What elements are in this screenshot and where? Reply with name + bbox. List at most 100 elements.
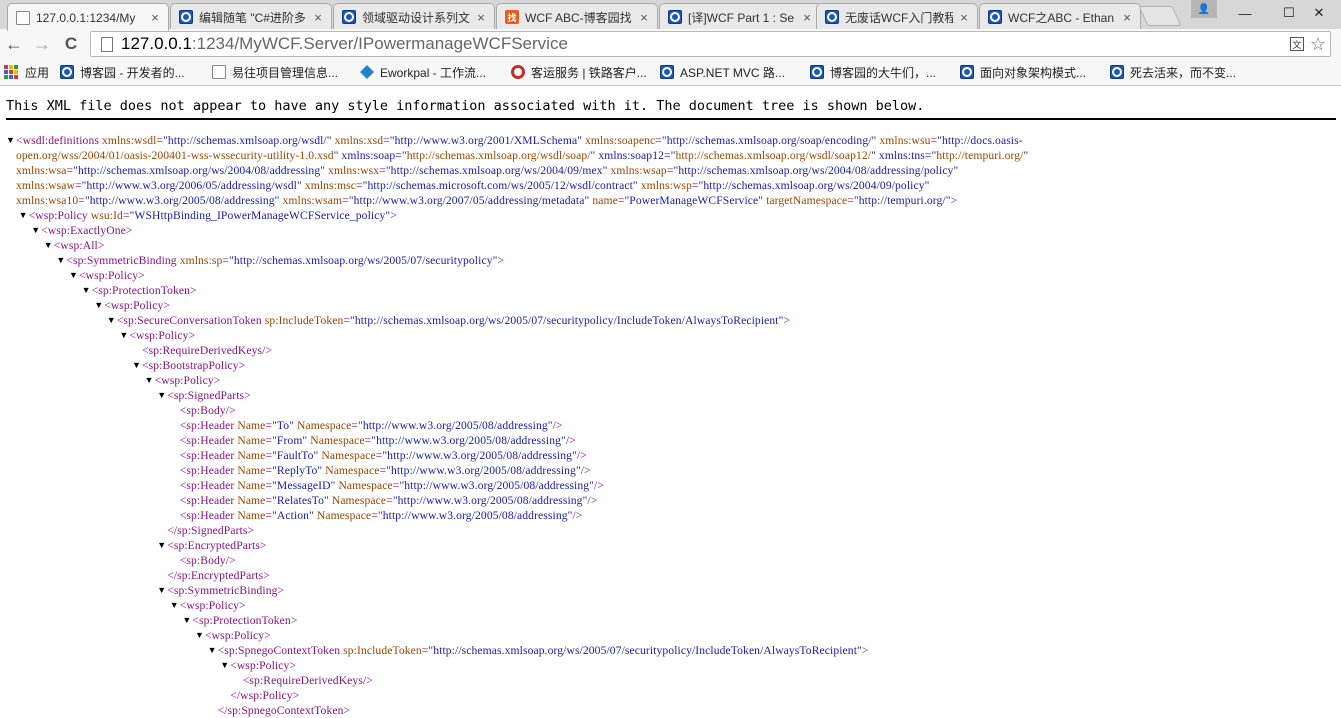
bookmark-label: 博客园 - 开发者的... xyxy=(80,65,185,80)
tab-close-icon[interactable]: × xyxy=(311,10,325,25)
bookmark-apps[interactable]: 应用 xyxy=(4,62,49,82)
tab-close-icon[interactable]: × xyxy=(148,10,162,25)
tab[interactable]: WCF之ABC - Ethan × xyxy=(979,3,1141,30)
xml-line-text: </sp:SpnegoContextToken> xyxy=(217,704,351,717)
url-text[interactable]: 127.0.0.1:1234/MyWCF.Server/IPowermanage… xyxy=(121,34,568,54)
xml-line: </wsp:Policy> xyxy=(6,688,1336,703)
bookmark-label: 应用 xyxy=(25,65,50,80)
collapse-triangle-icon[interactable]: ▼ xyxy=(56,253,66,268)
tab[interactable]: [译]WCF Part 1 : Se × xyxy=(659,3,821,30)
cnblogs-icon xyxy=(825,10,839,24)
bookmark-star-icon[interactable]: ☆ xyxy=(1310,35,1326,53)
xml-line: ▼ <sp:SecureConversationToken sp:IncludeT… xyxy=(6,313,1336,328)
collapse-triangle-icon[interactable]: ▼ xyxy=(119,328,129,343)
bookmark-label: ASP.NET MVC 路... xyxy=(680,65,785,80)
bookmark-item[interactable]: Eworkpal - 工作流... xyxy=(360,62,486,82)
xml-line-text: xmlns:wsa10="http://www.w3.org/2005/08/a… xyxy=(16,194,958,207)
xml-line: ▼ <wsp:ExactlyOne> xyxy=(6,223,1336,238)
xml-line-text: <sp:SymmetricBinding xmlns:sp="http://sc… xyxy=(66,254,505,267)
xml-line-text: <sp:Body/> xyxy=(179,554,236,567)
xml-line: ▼ <wsp:Policy> xyxy=(6,268,1336,283)
bookmark-item[interactable]: 面向对象架构模式... xyxy=(960,62,1086,82)
tab[interactable]: 领域驱动设计系列文 × xyxy=(333,3,495,30)
cnblogs-icon xyxy=(1110,65,1124,79)
xml-line: xmlns:wsa10="http://www.w3.org/2005/08/a… xyxy=(6,193,1336,208)
collapse-triangle-icon[interactable]: ▼ xyxy=(94,298,104,313)
close-window-button[interactable]: ✕ xyxy=(1297,0,1341,26)
xml-line-text: <wsp:Policy> xyxy=(79,269,145,282)
xml-line-text: xmlns:wsa="http://schemas.xmlsoap.org/ws… xyxy=(16,164,959,177)
xml-line-text: <sp:Header Name="From" Namespace="http:/… xyxy=(179,434,576,447)
collapse-triangle-icon[interactable]: ▼ xyxy=(44,238,54,253)
collapse-triangle-icon[interactable]: ▼ xyxy=(157,583,167,598)
tab-active[interactable]: 127.0.0.1:1234/My × xyxy=(7,3,169,31)
bookmark-item[interactable]: 易往项目管理信息... xyxy=(212,62,338,82)
bookmark-item[interactable]: 客运服务 | 铁路客户... xyxy=(511,62,647,82)
cnblogs-icon xyxy=(668,10,682,24)
tab-title: 领域驱动设计系列文 xyxy=(362,10,470,25)
xml-line: <sp:Header Name="RelatesTo" Namespace="h… xyxy=(6,493,1336,508)
back-arrow-icon[interactable]: ← xyxy=(2,32,26,56)
collapse-triangle-icon[interactable]: ▼ xyxy=(157,538,167,553)
collapse-triangle-icon[interactable]: ▼ xyxy=(69,268,79,283)
collapse-triangle-icon[interactable]: ▼ xyxy=(82,283,92,298)
cnblogs-icon xyxy=(988,10,1002,24)
cnblogs-icon xyxy=(342,10,356,24)
bookmark-item[interactable]: 死去活来，而不变... xyxy=(1110,62,1236,82)
xml-line-text: <sp:ProtectionToken> xyxy=(91,284,197,297)
xml-line: <sp:Header Name="To" Namespace="http://w… xyxy=(6,418,1336,433)
reload-icon[interactable]: C xyxy=(59,32,83,56)
xml-line-text: <sp:SpnegoContextToken sp:IncludeToken="… xyxy=(217,644,869,657)
xml-line-text: <sp:Header Name="To" Namespace="http://w… xyxy=(179,419,563,432)
new-tab-button[interactable] xyxy=(1138,6,1182,26)
address-bar[interactable]: 127.0.0.1:1234/MyWCF.Server/IPowermanage… xyxy=(90,31,1331,57)
xml-tree: ▼ <wsdl:definitions xmlns:wsdl="http://sc… xyxy=(6,133,1336,718)
collapse-triangle-icon[interactable]: ▼ xyxy=(6,133,16,148)
collapse-triangle-icon[interactable]: ▼ xyxy=(170,598,180,613)
xml-line: ▼ <sp:SymmetricBinding> xyxy=(6,583,1336,598)
xml-line: </sp:SignedParts> xyxy=(6,523,1336,538)
collapse-triangle-icon[interactable]: ▼ xyxy=(31,223,41,238)
tab-close-icon[interactable]: × xyxy=(800,10,814,25)
collapse-triangle-icon[interactable]: ▼ xyxy=(182,613,192,628)
toolbar: ← → C 127.0.0.1:1234/MyWCF.Server/IPower… xyxy=(0,29,1341,58)
translate-icon[interactable]: 文 xyxy=(1289,37,1304,51)
eworkpal-icon xyxy=(360,65,374,79)
tab-close-icon[interactable]: × xyxy=(1120,10,1134,25)
minimize-button[interactable]: — xyxy=(1223,0,1267,26)
collapse-triangle-icon[interactable]: ▼ xyxy=(107,313,117,328)
url-host: 127.0.0.1 xyxy=(121,34,192,53)
collapse-triangle-icon[interactable]: ▼ xyxy=(208,643,218,658)
collapse-triangle-icon[interactable]: ▼ xyxy=(220,658,230,673)
profile-icon[interactable]: 👤 xyxy=(1191,0,1217,18)
collapse-triangle-icon[interactable]: ▼ xyxy=(195,628,205,643)
tab[interactable]: 找 WCF ABC-博客园找 × xyxy=(496,3,658,30)
tab-close-icon[interactable]: × xyxy=(474,10,488,25)
apps-icon xyxy=(4,65,18,79)
xml-line: ▼ <sp:EncryptedParts> xyxy=(6,538,1336,553)
tab-strip: 127.0.0.1:1234/My × 编辑随笔 "C#进阶多 × 领域驱动设计… xyxy=(0,0,1341,31)
xml-line-text: <sp:RequireDerivedKeys/> xyxy=(142,344,273,357)
tab[interactable]: 编辑随笔 "C#进阶多 × xyxy=(170,3,332,30)
bookmark-item[interactable]: 博客园的大牛们，... xyxy=(810,62,936,82)
cnblogs-icon xyxy=(179,10,193,24)
xml-line-text: </wsp:Policy> xyxy=(230,689,300,702)
tab[interactable]: 无废话WCF入门教程 × xyxy=(816,3,978,30)
collapse-triangle-icon[interactable]: ▼ xyxy=(19,208,29,223)
xml-line-text: <wsp:Policy> xyxy=(154,374,221,387)
xml-line: open.org/wss/2004/01/oasis-200401-wss-ws… xyxy=(6,148,1336,163)
collapse-triangle-icon[interactable]: ▼ xyxy=(132,358,142,373)
collapse-triangle-icon[interactable]: ▼ xyxy=(145,373,155,388)
cnblogs-icon xyxy=(960,65,974,79)
xml-line-text: <wsp:Policy> xyxy=(129,329,196,342)
bookmark-item[interactable]: 博客园 - 开发者的... xyxy=(60,62,185,82)
collapse-triangle-icon[interactable]: ▼ xyxy=(157,388,167,403)
bookmark-item[interactable]: ASP.NET MVC 路... xyxy=(660,62,785,82)
tab-close-icon[interactable]: × xyxy=(957,10,971,25)
xml-line-text: <wsp:ExactlyOne> xyxy=(41,224,133,237)
bookmark-label: Eworkpal - 工作流... xyxy=(380,65,487,80)
xml-line-text: <sp:Header Name="Action" Namespace="http… xyxy=(179,509,583,522)
xml-line-text: <wsp:All> xyxy=(53,239,105,252)
tab-close-icon[interactable]: × xyxy=(637,10,651,25)
forward-arrow-icon[interactable]: → xyxy=(30,32,54,56)
